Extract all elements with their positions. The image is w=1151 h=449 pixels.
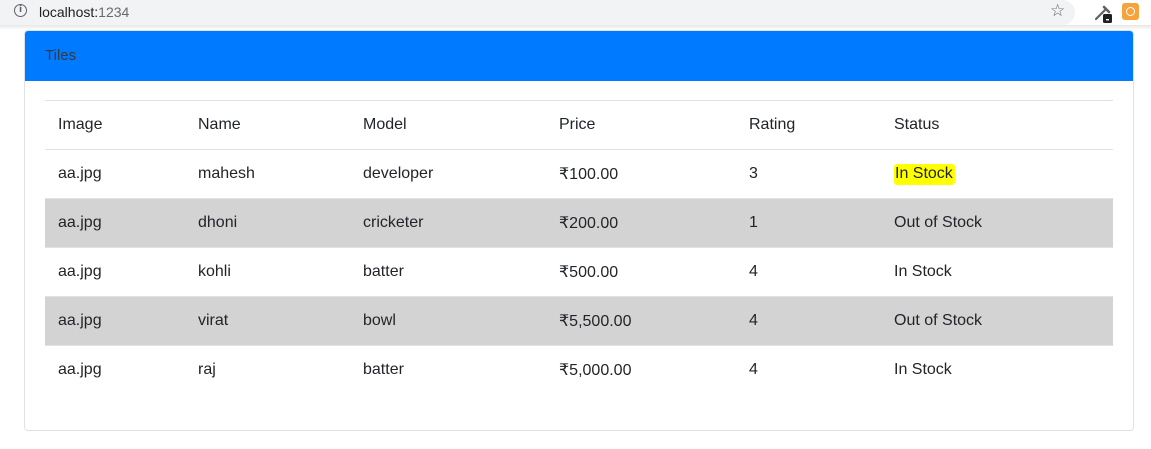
info-icon[interactable]: i (14, 4, 27, 17)
cell-image: aa.jpg (45, 345, 185, 395)
cell-price: ₹200.00 (546, 198, 736, 248)
tiles-card: Tiles Image Name Model Price Rating Stat… (24, 30, 1134, 431)
cell-rating: 4 (736, 296, 881, 346)
cell-model: batter (350, 345, 546, 395)
price-value: ₹100.00 (559, 166, 619, 183)
star-icon[interactable]: ☆ (1050, 1, 1065, 21)
card-header: Tiles (25, 31, 1133, 81)
cell-model: batter (350, 247, 546, 297)
cell-name: mahesh (185, 149, 350, 199)
price-highlight: ₹100.00 (559, 166, 618, 183)
table-row: aa.jpg kohli batter ₹500.00 4 In Stock (45, 247, 1113, 297)
cell-image: aa.jpg (45, 149, 185, 199)
browser-toolbar: i localhost:1234 ☆ (0, 0, 1151, 25)
cell-name: dhoni (185, 198, 350, 248)
table-row: aa.jpg mahesh developer ₹100.00 3 In Sto… (45, 149, 1113, 199)
cell-model: cricketer (350, 198, 546, 248)
column-header-rating: Rating (736, 100, 881, 150)
table-row: aa.jpg raj batter ₹5,000.00 4 In Stock (45, 345, 1113, 395)
column-header-price: Price (546, 100, 736, 150)
cell-rating: 4 (736, 247, 881, 297)
table-row: aa.jpg dhoni cricketer ₹200.00 1 Out of … (45, 198, 1113, 248)
cell-image: aa.jpg (45, 198, 185, 248)
cell-rating: 3 (736, 149, 881, 199)
cell-price: ₹5,000.00 (546, 345, 736, 395)
column-header-model: Model (350, 100, 546, 150)
eyedropper-extension-icon[interactable] (1092, 2, 1114, 24)
cell-name: raj (185, 345, 350, 395)
table-row: aa.jpg virat bowl ₹5,500.00 4 Out of Sto… (45, 296, 1113, 346)
cell-status: In Stock (881, 149, 1113, 199)
cell-model: developer (350, 149, 546, 199)
cell-status: In Stock (881, 345, 1113, 395)
column-header-status: Status (881, 100, 1113, 150)
url-host: localhost: (39, 4, 99, 20)
cell-status: In Stock (881, 247, 1113, 297)
url-port: 1234 (98, 4, 130, 20)
products-table-wrapper: Image Name Model Price Rating Status aa.… (45, 100, 1113, 395)
address-bar[interactable]: i localhost:1234 ☆ (0, 0, 1075, 25)
cell-price: ₹100.00 (546, 149, 736, 199)
cell-name: virat (185, 296, 350, 346)
column-header-name: Name (185, 100, 350, 150)
cell-status: Out of Stock (881, 296, 1113, 346)
cell-price: ₹5,500.00 (546, 296, 736, 346)
table-header-row: Image Name Model Price Rating Status (45, 100, 1113, 150)
cell-rating: 1 (736, 198, 881, 248)
cell-name: kohli (185, 247, 350, 297)
cell-status: Out of Stock (881, 198, 1113, 248)
url-text[interactable]: localhost:1234 (39, 3, 129, 21)
products-table: Image Name Model Price Rating Status aa.… (45, 100, 1113, 395)
status-highlight: In Stock (894, 164, 955, 185)
cell-image: aa.jpg (45, 296, 185, 346)
cell-rating: 4 (736, 345, 881, 395)
cell-model: bowl (350, 296, 546, 346)
cell-image: aa.jpg (45, 247, 185, 297)
orange-extension-icon[interactable] (1122, 3, 1139, 20)
column-header-image: Image (45, 100, 185, 150)
card-title: Tiles (45, 47, 77, 64)
cell-price: ₹500.00 (546, 247, 736, 297)
